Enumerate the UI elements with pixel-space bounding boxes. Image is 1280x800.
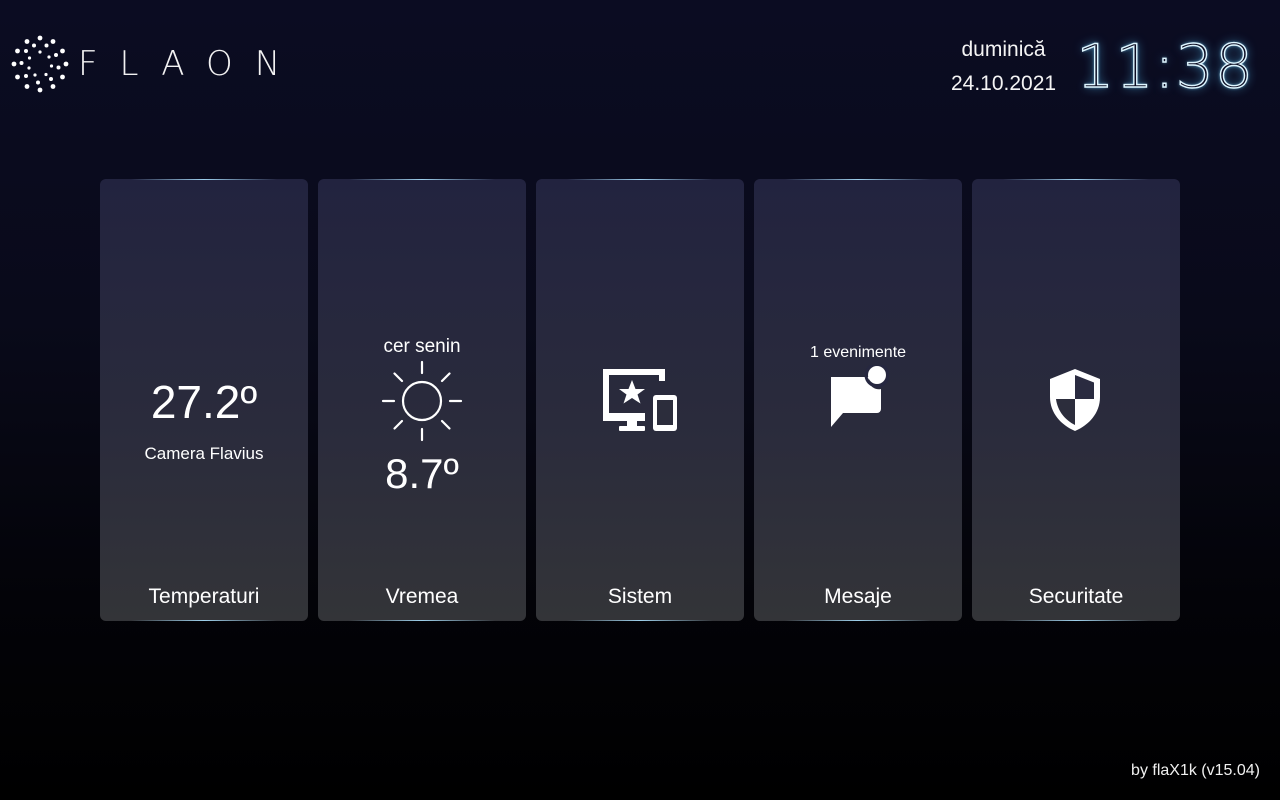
version-credit: by flaX1k (v15.04) — [1131, 762, 1260, 779]
room-name: Camera Flavius — [144, 444, 264, 463]
tile-sistem[interactable]: Sistem — [536, 179, 744, 621]
clock: 11:38 — [1075, 31, 1254, 102]
indoor-temperature: 27.2º — [150, 376, 258, 428]
date-block: duminică 24.10.2021 — [951, 34, 1056, 100]
tile-vremea[interactable]: cer senin 8.7º Vremea — [318, 179, 526, 621]
tiles-row: 27.2º Camera Flavius Temperaturi cer sen… — [100, 179, 1180, 621]
tile-securitate[interactable]: Securitate — [972, 179, 1180, 621]
date-time: duminică 24.10.2021 11:38 — [951, 30, 1254, 104]
tile-label: Securitate — [1028, 585, 1124, 608]
logo-dots-icon — [11, 35, 69, 93]
logo: FLAON — [10, 34, 302, 94]
devices-star-icon — [603, 369, 677, 431]
sun-icon — [381, 360, 463, 442]
outdoor-temperature: 8.7º — [385, 450, 459, 497]
shield-icon — [1050, 369, 1100, 431]
chat-notification-icon — [831, 365, 889, 427]
weekday: duminică — [961, 38, 1046, 61]
tile-label: Temperaturi — [148, 585, 260, 608]
weather-description: cer senin — [383, 336, 461, 357]
tile-label: Mesaje — [824, 585, 892, 608]
logo-text: FLAON — [78, 44, 303, 84]
tile-temperaturi[interactable]: 27.2º Camera Flavius Temperaturi — [100, 179, 308, 621]
date: 24.10.2021 — [950, 72, 1057, 95]
tile-label: Sistem — [607, 585, 673, 608]
tile-label: Vremea — [385, 585, 459, 608]
tile-mesaje[interactable]: 1 evenimente Mesaje — [754, 179, 962, 621]
events-count: 1 evenimente — [809, 344, 907, 361]
